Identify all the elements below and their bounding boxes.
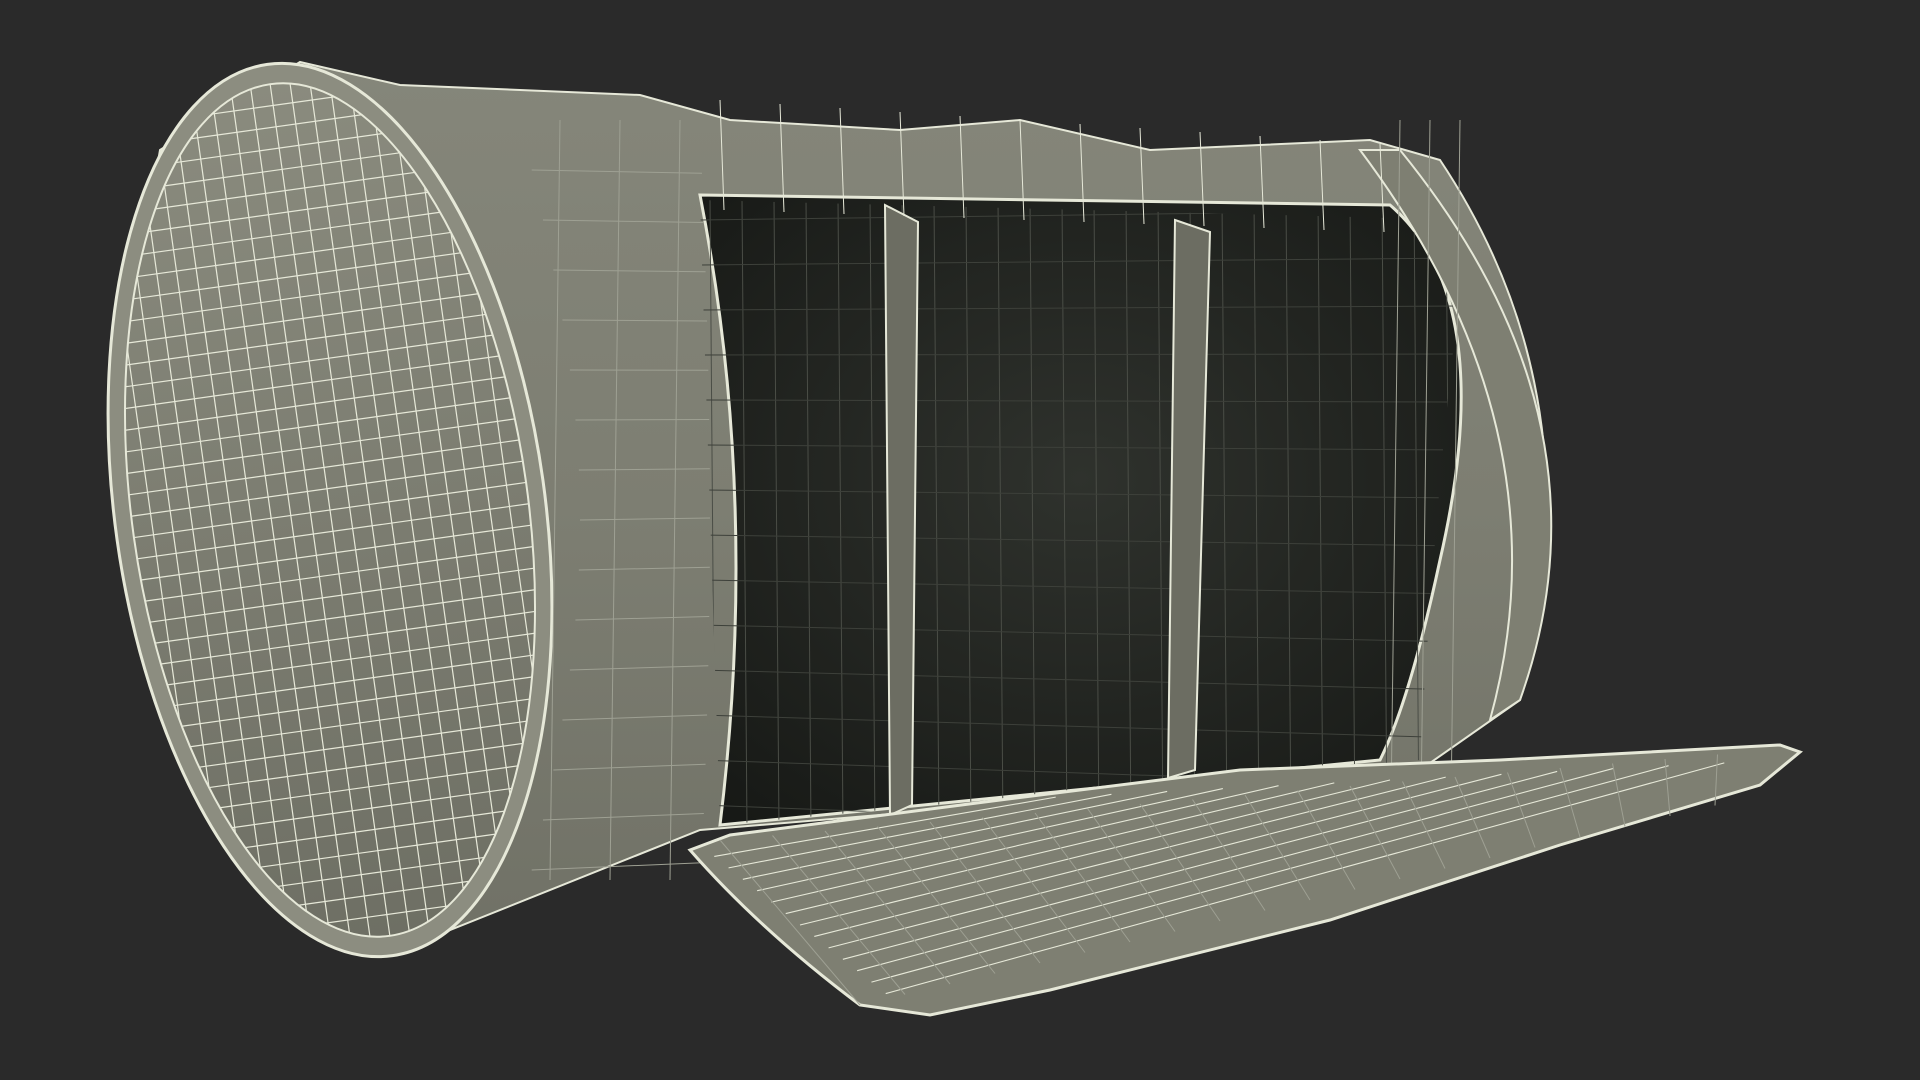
barrel-interior-opening	[698, 193, 1463, 827]
body-wire-band	[575, 419, 710, 421]
shelf-divider-left	[883, 203, 920, 817]
barrel-shelf-render	[0, 0, 1920, 1080]
render-viewport	[0, 0, 1920, 1080]
